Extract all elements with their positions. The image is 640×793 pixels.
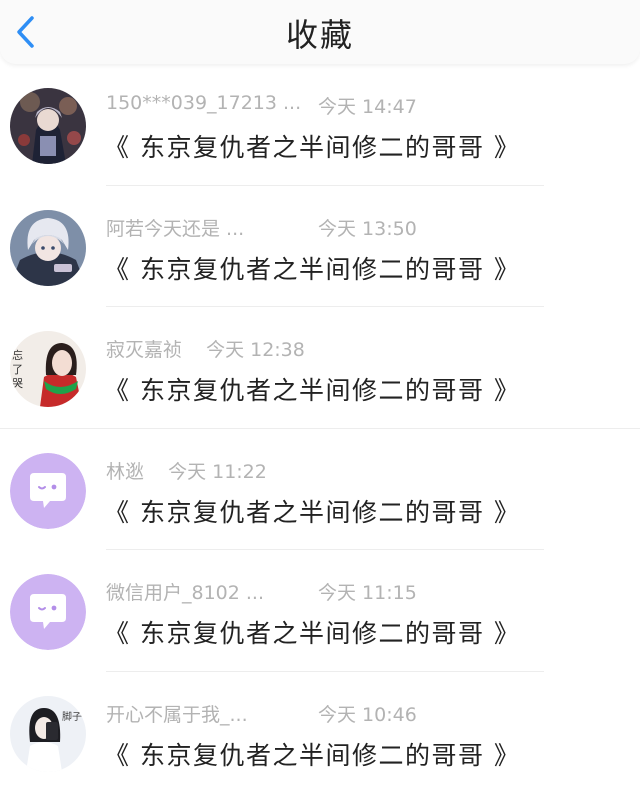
item-content: 《 东京复仇者之半间修二的哥哥 》 <box>104 371 520 407</box>
item-content: 《 东京复仇者之半间修二的哥哥 》 <box>104 128 520 164</box>
svg-text:哭: 哭 <box>12 377 23 390</box>
item-meta: 微信用户_8102 ... 今天 11:15 <box>106 578 526 602</box>
item-content: 《 东京复仇者之半间修二的哥哥 》 <box>104 736 520 772</box>
list-item[interactable]: 林逖 今天 11:22 《 东京复仇者之半间修二的哥哥 》 <box>0 429 640 551</box>
item-meta: 寂灭嘉祯 今天 12:38 <box>106 335 526 359</box>
timestamp: 今天 13:50 <box>318 214 417 241</box>
avatar[interactable] <box>10 574 86 650</box>
item-content: 《 东京复仇者之半间修二的哥哥 》 <box>104 493 520 529</box>
list-item[interactable]: 脚子 开心不属于我_... 今天 10:46 《 东京复仇者之半间修二的哥哥 》 <box>0 672 640 793</box>
page-title: 收藏 <box>0 10 640 56</box>
user-name: 林逖 <box>106 457 144 484</box>
user-name: 微信用户_8102 ... <box>106 578 264 605</box>
top-bar: 收藏 <box>0 0 640 64</box>
avatar[interactable]: 忘 了 哭 <box>10 331 86 407</box>
avatar[interactable] <box>10 453 86 529</box>
item-content: 《 东京复仇者之半间修二的哥哥 》 <box>104 250 520 286</box>
timestamp: 今天 11:22 <box>168 461 267 483</box>
item-content: 《 东京复仇者之半间修二的哥哥 》 <box>104 614 520 650</box>
timestamp: 今天 12:38 <box>206 339 305 361</box>
item-meta: 林逖 今天 11:22 <box>106 457 526 481</box>
list-item[interactable]: 阿若今天还是 ... 今天 13:50 《 东京复仇者之半间修二的哥哥 》 <box>0 186 640 308</box>
user-name: 寂灭嘉祯 <box>106 335 182 362</box>
user-name: 150***039_17213 ... <box>106 92 301 114</box>
svg-text:脚子: 脚子 <box>62 710 82 723</box>
svg-text:了: 了 <box>12 363 23 376</box>
svg-text:忘: 忘 <box>12 348 23 362</box>
list-item[interactable]: 微信用户_8102 ... 今天 11:15 《 东京复仇者之半间修二的哥哥 》 <box>0 550 640 672</box>
avatar[interactable] <box>10 88 86 164</box>
avatar[interactable]: 脚子 <box>10 696 86 772</box>
timestamp: 今天 10:46 <box>318 700 417 727</box>
user-name: 阿若今天还是 ... <box>106 214 244 241</box>
avatar[interactable] <box>10 210 86 286</box>
favorites-list: 150***039_17213 ... 今天 14:47 《 东京复仇者之半间修… <box>0 64 640 793</box>
list-item[interactable]: 忘 了 哭 寂灭嘉祯 今天 12:38 《 东京复仇者之半间修二的哥哥 》 <box>0 307 640 429</box>
chat-bubble-icon <box>10 453 86 529</box>
item-meta: 开心不属于我_... 今天 10:46 <box>106 700 526 724</box>
user-name: 开心不属于我_... <box>106 700 248 727</box>
item-meta: 阿若今天还是 ... 今天 13:50 <box>106 214 526 238</box>
timestamp: 今天 11:15 <box>318 578 417 605</box>
timestamp: 今天 14:47 <box>318 92 417 119</box>
item-meta: 150***039_17213 ... 今天 14:47 <box>106 92 526 116</box>
chat-bubble-icon <box>10 574 86 650</box>
list-item[interactable]: 150***039_17213 ... 今天 14:47 《 东京复仇者之半间修… <box>0 64 640 186</box>
